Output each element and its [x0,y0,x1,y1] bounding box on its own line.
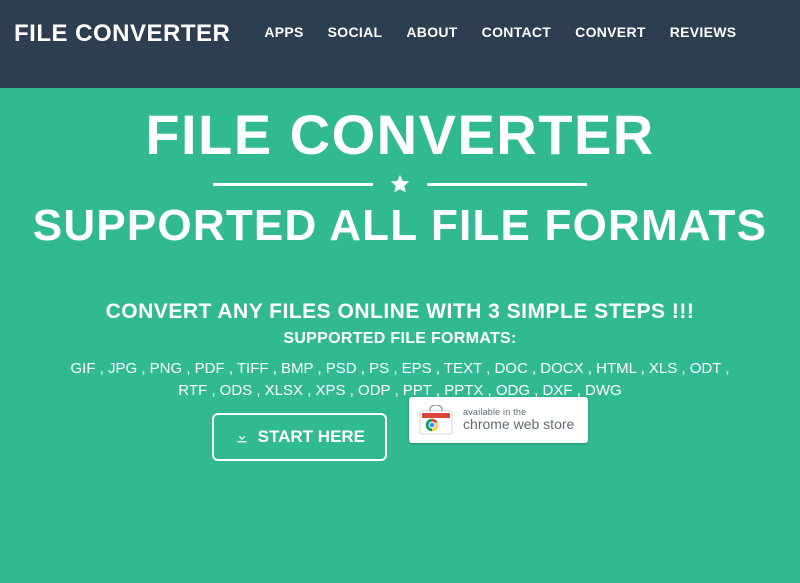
formats-heading: SUPPORTED FILE FORMATS: [0,330,800,348]
hero-section: FILE CONVERTER SUPPORTED ALL FILE FORMAT… [0,88,800,461]
brand-logo[interactable]: FILE CONVERTER [14,0,252,48]
chrome-badge-large: chrome web store [463,417,574,432]
start-here-label: START HERE [258,427,365,447]
nav-links: APPS SOCIAL ABOUT CONTACT CONVERT REVIEW… [252,0,748,40]
cta-row: START HERE available in the [0,413,800,461]
hero-subtitle: SUPPORTED ALL FILE FORMATS [0,201,800,252]
nav-convert[interactable]: CONVERT [563,24,658,40]
start-here-button[interactable]: START HERE [212,413,387,461]
download-icon [234,429,250,445]
hero-tagline: CONVERT ANY FILES ONLINE WITH 3 SIMPLE S… [0,300,800,324]
chrome-badge-text: available in the chrome web store [463,408,574,432]
divider-line-left [213,183,373,186]
divider-line-right [427,183,587,186]
nav-about[interactable]: ABOUT [394,24,469,40]
star-icon [389,173,411,195]
chrome-store-icon [419,405,453,435]
hero-divider [0,173,800,195]
nav-social[interactable]: SOCIAL [316,24,395,40]
navbar: FILE CONVERTER APPS SOCIAL ABOUT CONTACT… [0,0,800,88]
hero-title: FILE CONVERTER [0,102,800,167]
nav-contact[interactable]: CONTACT [470,24,564,40]
chrome-web-store-badge[interactable]: available in the chrome web store [409,397,588,443]
formats-list: GIF , JPG , PNG , PDF , TIFF , BMP , PSD… [60,358,740,403]
nav-apps[interactable]: APPS [252,24,315,40]
nav-reviews[interactable]: REVIEWS [658,24,749,40]
